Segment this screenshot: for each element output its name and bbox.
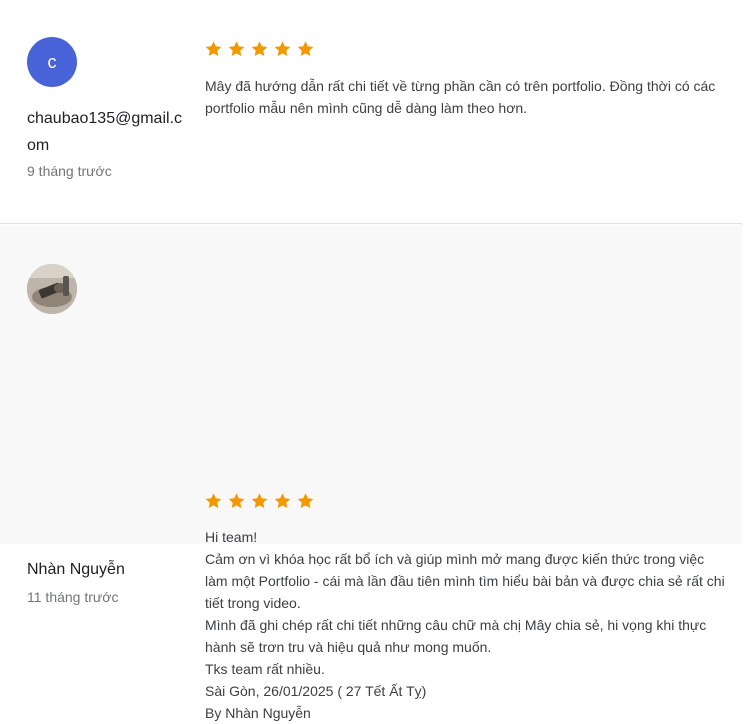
star-icon: [228, 41, 245, 57]
review-text-line: Hi team!: [205, 529, 258, 545]
star-icon: [251, 41, 268, 57]
review-date: 11 tháng trước: [27, 589, 119, 605]
review-item: Nhàn Nguyễn 11 tháng trước Hi team! Cảm …: [0, 225, 742, 721]
star-icon: [297, 493, 314, 509]
review-text-line: By Nhàn Nguyễn: [205, 705, 311, 721]
review-list: c chaubao135@gmail.com 9 tháng trước Mây…: [0, 0, 742, 721]
star-icon: [274, 493, 291, 509]
star-icon: [251, 493, 268, 509]
avatar: [27, 264, 77, 314]
review-item: c chaubao135@gmail.com 9 tháng trước Mây…: [0, 0, 742, 224]
review-author: Nhàn Nguyễn: [27, 561, 125, 578]
review-text-line: Sài Gòn, 26/01/2025 ( 27 Tết Ất Tỵ): [205, 683, 427, 699]
review-text: Hi team! Cảm ơn vì khóa học rất bổ ích v…: [205, 526, 725, 724]
review-text-line: Tks team rất nhiều.: [205, 661, 325, 677]
review-date: 9 tháng trước: [27, 163, 112, 179]
star-icon: [205, 493, 222, 509]
review-text: Mây đã hướng dẫn rất chi tiết về từng ph…: [205, 75, 725, 119]
review-text-line: Cảm ơn vì khóa học rất bổ ích và giúp mì…: [205, 551, 725, 611]
star-rating: [204, 492, 315, 510]
star-icon: [274, 41, 291, 57]
star-icon: [297, 41, 314, 57]
user-photo-avatar-icon: [27, 264, 77, 314]
review-text-line: Mình đã ghi chép rất chi tiết những câu …: [205, 617, 707, 655]
star-icon: [228, 493, 245, 509]
review-author: chaubao135@gmail.com: [27, 110, 183, 154]
star-icon: [205, 41, 222, 57]
star-rating: [204, 40, 315, 58]
review-text-line: Mây đã hướng dẫn rất chi tiết về từng ph…: [205, 78, 716, 116]
avatar: c: [27, 37, 77, 87]
